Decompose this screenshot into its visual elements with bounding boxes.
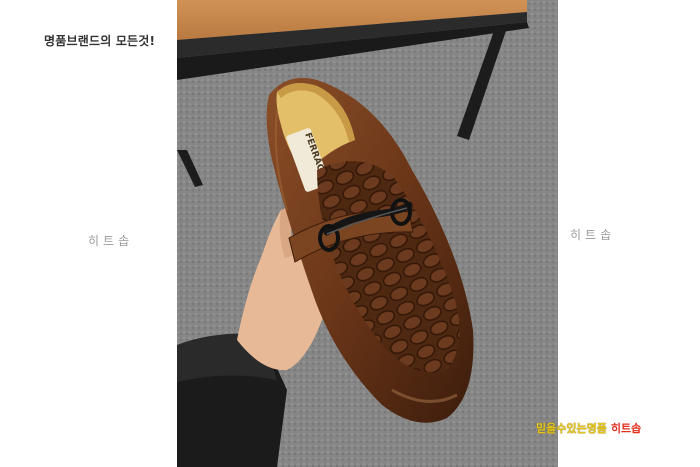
watermark-left: 히트솝 [88,234,134,248]
tagline-text: 명품브랜드의 모든것! [44,34,156,48]
product-photo: FERRAG [177,0,558,467]
caption-part2: 히트솝 [610,422,642,435]
watermark-right: 히트솝 [570,228,616,242]
caption-part1: 믿을수있는명품 [536,422,607,435]
caption-text: 믿을수있는명품 히트솝 [536,420,641,436]
